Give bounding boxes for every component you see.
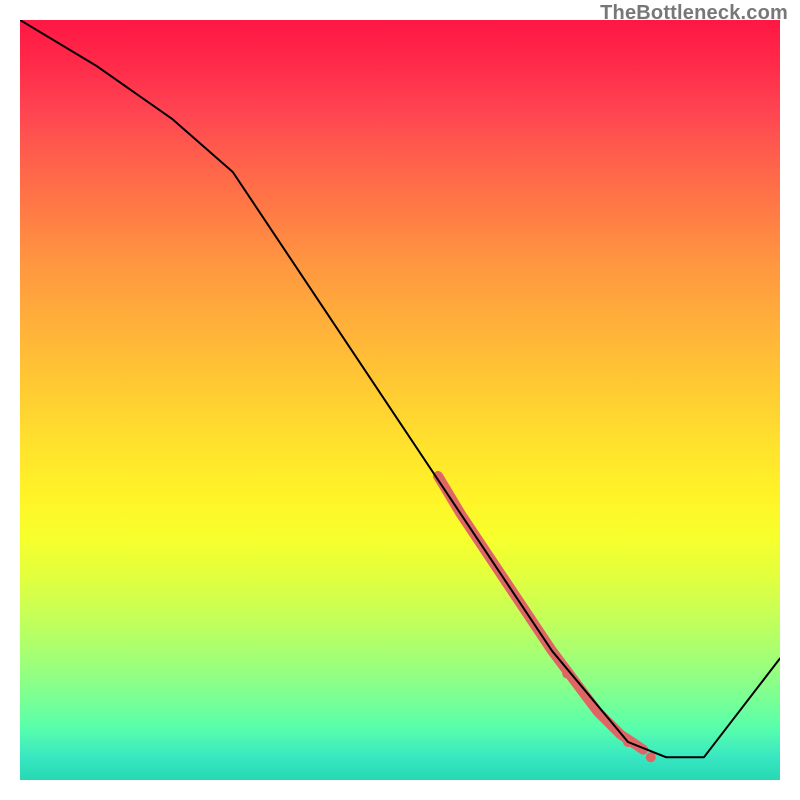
chart-container: TheBottleneck.com <box>0 0 800 800</box>
plot-area <box>20 20 780 780</box>
